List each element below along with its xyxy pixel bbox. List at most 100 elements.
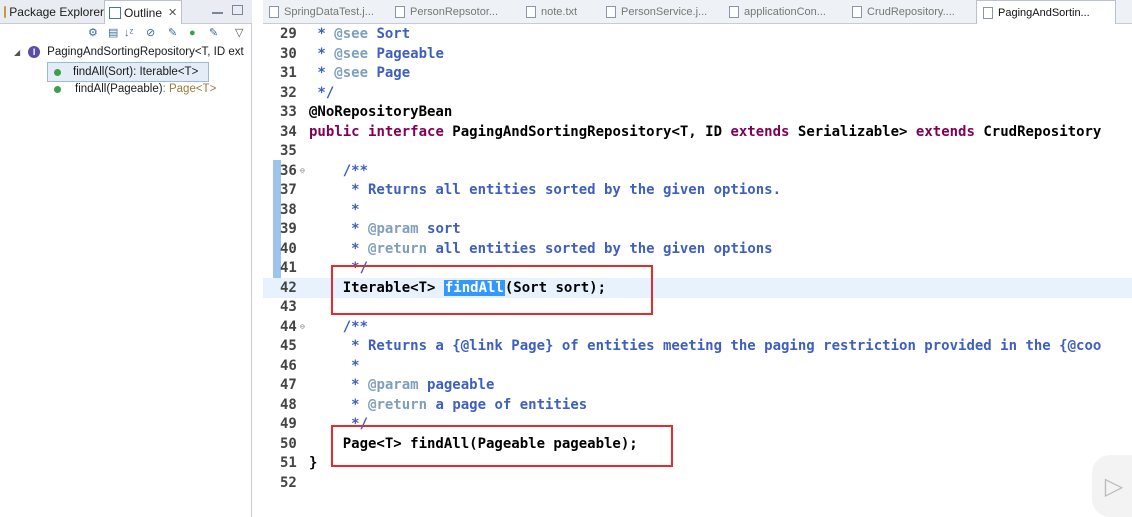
tree-item-findall-pageable[interactable]: findAll(Pageable) : Page<T> [54, 80, 216, 98]
file-icon [983, 6, 993, 19]
editor-tab-bar: SpringDataTest.j... PersonRepsotor... note… [263, 0, 1132, 24]
editor-tab-label: CrudRepository.... [867, 5, 955, 18]
code-line[interactable]: 46 * [263, 356, 1132, 376]
code-line[interactable]: 31 * @see Page [263, 63, 1132, 83]
code-text: @NoRepositoryBean [309, 104, 453, 120]
line-number: 52 [280, 474, 297, 491]
fold-icon[interactable]: ⊖ [300, 161, 305, 181]
line-number: 35 [280, 143, 297, 159]
code-line[interactable]: 37 * Returns all entities sorted by the … [263, 180, 1132, 200]
line-number: 44 [280, 318, 297, 335]
file-icon [729, 5, 739, 18]
line-number: 34 [280, 123, 297, 140]
editor-tab-label: SpringDataTest.j... [284, 5, 374, 18]
interface-icon: I [28, 46, 41, 58]
tab-package-explorer[interactable]: Package Explorer [0, 0, 104, 23]
tree-root[interactable]: ◢ I PagingAndSortingRepository<T, ID ext [14, 43, 244, 61]
code-editor: SpringDataTest.j... PersonRepsotor... note… [263, 0, 1132, 517]
line-number: 45 [280, 338, 297, 354]
view-menu-icon[interactable]: ▽ [235, 27, 243, 39]
code-text: } [309, 455, 318, 471]
code-text: /** [309, 162, 369, 179]
editor-tab[interactable]: CrudRepository.... [852, 0, 972, 23]
play-icon: ▷ [1104, 472, 1124, 500]
play-button[interactable]: ▷ [1092, 455, 1132, 517]
left-tab-bar: Package Explorer Outline ✕ [0, 0, 252, 24]
file-icon [269, 5, 279, 18]
code-line[interactable]: 39 * @param sort [263, 219, 1132, 239]
code-text: * [309, 357, 360, 374]
fold-icon[interactable]: ⊖ [300, 317, 305, 337]
tree-item-findall-sort[interactable]: findAll(Sort) : Iterable<T> [47, 62, 209, 82]
code-line[interactable]: 48 * @return a page of entities [263, 395, 1132, 415]
file-icon [395, 5, 405, 18]
code-line[interactable]: 38 * [263, 200, 1132, 220]
code-line[interactable]: 52 [263, 473, 1132, 493]
editor-tab[interactable]: note.txt [526, 0, 602, 23]
code-text: * @return all entities sorted by the giv… [309, 240, 773, 257]
sort-icon[interactable]: ↓ᶻ [124, 27, 133, 39]
code-text: */ [309, 84, 335, 101]
editor-tab[interactable]: SpringDataTest.j... [269, 0, 391, 23]
line-number: 38 [280, 201, 297, 218]
line-number: 33 [280, 104, 297, 120]
code-line[interactable]: 33 @NoRepositoryBean [263, 102, 1132, 122]
code-text: * Returns all entities sorted by the giv… [309, 182, 782, 198]
code-line[interactable]: 36 ⊖ /** [263, 161, 1132, 181]
editor-tab-label: PersonService.j... [621, 5, 708, 18]
outline-panel: Package Explorer Outline ✕ ⚙ ▤ ↓ᶻ ⊘ ✎ ● … [0, 0, 252, 517]
code-line[interactable]: 34 public interface PagingAndSortingRepos… [263, 122, 1132, 142]
focus-icon[interactable]: ⚙ [88, 27, 98, 39]
code-text: * @param sort [309, 221, 461, 237]
code-text: * @param pageable [309, 377, 495, 393]
code-line[interactable]: 44 ⊖ /** [263, 317, 1132, 337]
close-icon[interactable]: ✕ [168, 6, 177, 19]
tab-outline[interactable]: Outline ✕ [104, 0, 182, 24]
line-number: 50 [280, 435, 297, 452]
editor-tab[interactable]: applicationCon... [729, 0, 847, 23]
outline-icon [109, 6, 121, 19]
line-number: 29 [280, 26, 297, 42]
line-number: 41 [280, 260, 297, 276]
code-text: * @see Pageable [309, 45, 444, 62]
line-number: 49 [280, 416, 297, 432]
code-text: /** [309, 318, 369, 335]
code-line[interactable]: 47 * @param pageable [263, 375, 1132, 395]
code-text: * @see Page [309, 65, 411, 81]
expand-arrow-icon[interactable]: ◢ [14, 48, 20, 57]
code-line[interactable]: 35 [263, 141, 1132, 161]
file-icon [852, 5, 862, 18]
editor-tab[interactable]: PersonService.j... [606, 0, 724, 23]
maximize-icon[interactable] [232, 5, 243, 15]
line-number: 47 [280, 377, 297, 393]
code-line[interactable]: 29 * @see Sort [263, 24, 1132, 44]
code-text: * @see Sort [309, 26, 411, 42]
editor-tab[interactable]: PagingAndSortin... [976, 0, 1116, 24]
line-number: 31 [280, 65, 297, 81]
line-number: 46 [280, 357, 297, 374]
collapse-all-icon[interactable]: ▤ [108, 27, 118, 39]
minimize-icon[interactable] [212, 12, 223, 14]
line-number: 43 [280, 299, 297, 315]
line-number: 42 [280, 279, 297, 296]
hide-static-icon[interactable]: ✎ [168, 27, 177, 39]
hide-fields-icon[interactable]: ⊘ [146, 27, 155, 39]
package-explorer-icon [4, 5, 7, 18]
code-text: public interface PagingAndSortingReposit… [309, 123, 1102, 140]
code-line[interactable]: 45 * Returns a {@link Page} of entities … [263, 336, 1132, 356]
editor-tab-label: note.txt [541, 5, 578, 18]
file-icon [526, 5, 536, 18]
editor-tab[interactable]: PersonRepsotor... [395, 0, 521, 23]
hide-local-types-icon[interactable]: ✎ [209, 27, 218, 39]
editor-tab-label: PersonRepsotor... [410, 5, 499, 18]
line-number: 30 [280, 45, 297, 62]
code-line[interactable]: 32 */ [263, 83, 1132, 103]
editor-tab-label: applicationCon... [744, 5, 826, 18]
annotation-box-findall-pageable [331, 425, 673, 467]
file-icon [606, 5, 616, 18]
line-number: 40 [280, 240, 297, 257]
code-text: * Returns a {@link Page} of entities mee… [309, 338, 1102, 354]
hide-nonpublic-icon[interactable]: ● [189, 27, 196, 39]
code-line[interactable]: 40 * @return all entities sorted by the … [263, 239, 1132, 259]
code-line[interactable]: 30 * @see Pageable [263, 44, 1132, 64]
